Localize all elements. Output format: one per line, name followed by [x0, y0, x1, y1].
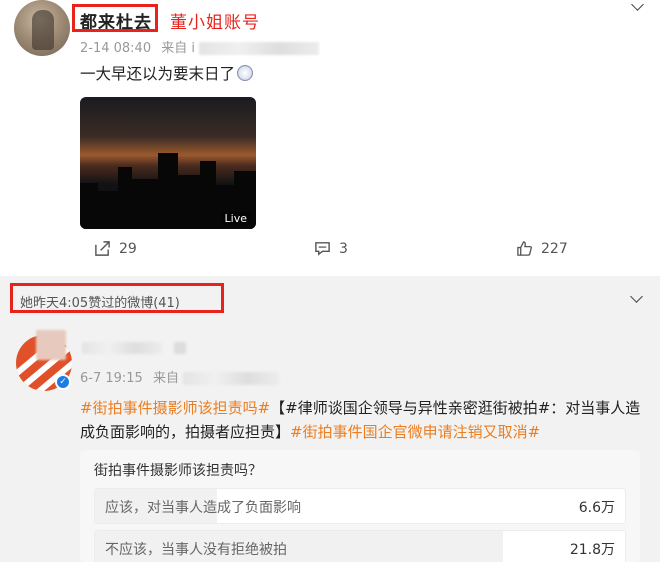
- chevron-down-icon[interactable]: [631, 0, 644, 11]
- live-badge: Live: [221, 212, 250, 225]
- topic-tag-link[interactable]: #街拍事件摄影师该担责吗#: [80, 399, 270, 417]
- topic-tag-link[interactable]: #街拍事件国企官微申请注销又取消#: [290, 423, 540, 441]
- blurred-author-name: [36, 330, 192, 360]
- poll-question: 街拍事件摄影师该担责吗？: [94, 463, 262, 479]
- verified-badge-icon: ✓: [55, 374, 71, 390]
- post-meta: 6-7 19:15 来自: [80, 367, 280, 386]
- poll-option-label: 应该，对当事人造成了负面影响: [105, 500, 301, 516]
- blurred-source: [199, 42, 320, 55]
- post-source-prefix: 来自 i: [161, 41, 195, 56]
- post-card-1: 都来杜去 董小姐账号 2-14 08:40 来自 i 一大早还以为要末日了 Li…: [0, 0, 660, 276]
- comment-icon: [315, 242, 330, 256]
- avatar[interactable]: [14, 0, 70, 56]
- poll-option-count: 6.6万: [578, 500, 615, 516]
- post-text: #街拍事件摄影师该担责吗#【#律师谈国企领导与异性亲密逛街被拍#：对当事人造成负…: [80, 396, 650, 444]
- annotation-owner-tag: 董小姐账号: [170, 13, 260, 33]
- poll-option[interactable]: 不应该，当事人没有拒绝被拍 21.8万: [94, 530, 626, 562]
- poll-option-label: 不应该，当事人没有拒绝被拍: [105, 542, 287, 558]
- post-source-prefix: 来自: [152, 371, 179, 386]
- live-photo[interactable]: Live: [80, 97, 256, 229]
- poll-card: 街拍事件摄影师该担责吗？ 应该，对当事人造成了负面影响 6.6万 不应该，当事人…: [80, 450, 640, 562]
- emoji-icon: [237, 65, 254, 81]
- thumbs-up-icon: [517, 241, 532, 256]
- repost-button[interactable]: 29: [94, 240, 137, 257]
- annotation-box-author: [72, 4, 158, 32]
- poll-option[interactable]: 应该，对当事人造成了负面影响 6.6万: [94, 488, 626, 524]
- post-time: 6-7 19:15: [80, 371, 143, 386]
- post-meta: 2-14 08:40 来自 i: [80, 37, 320, 56]
- post-text-content: 一大早还以为要末日了: [80, 65, 236, 83]
- annotation-box-liked: [10, 283, 224, 313]
- repost-count: 29: [119, 240, 137, 257]
- blurred-source: [183, 372, 280, 385]
- comment-button[interactable]: 3: [314, 240, 348, 257]
- chevron-down-icon[interactable]: [630, 290, 643, 303]
- like-button[interactable]: 227: [516, 240, 568, 257]
- post-time: 2-14 08:40: [80, 41, 152, 56]
- comment-count: 3: [339, 240, 348, 257]
- repost-icon: [95, 241, 110, 256]
- post-text: 一大早还以为要末日了: [80, 62, 254, 84]
- poll-option-count: 21.8万: [569, 542, 615, 558]
- like-count: 227: [541, 240, 568, 257]
